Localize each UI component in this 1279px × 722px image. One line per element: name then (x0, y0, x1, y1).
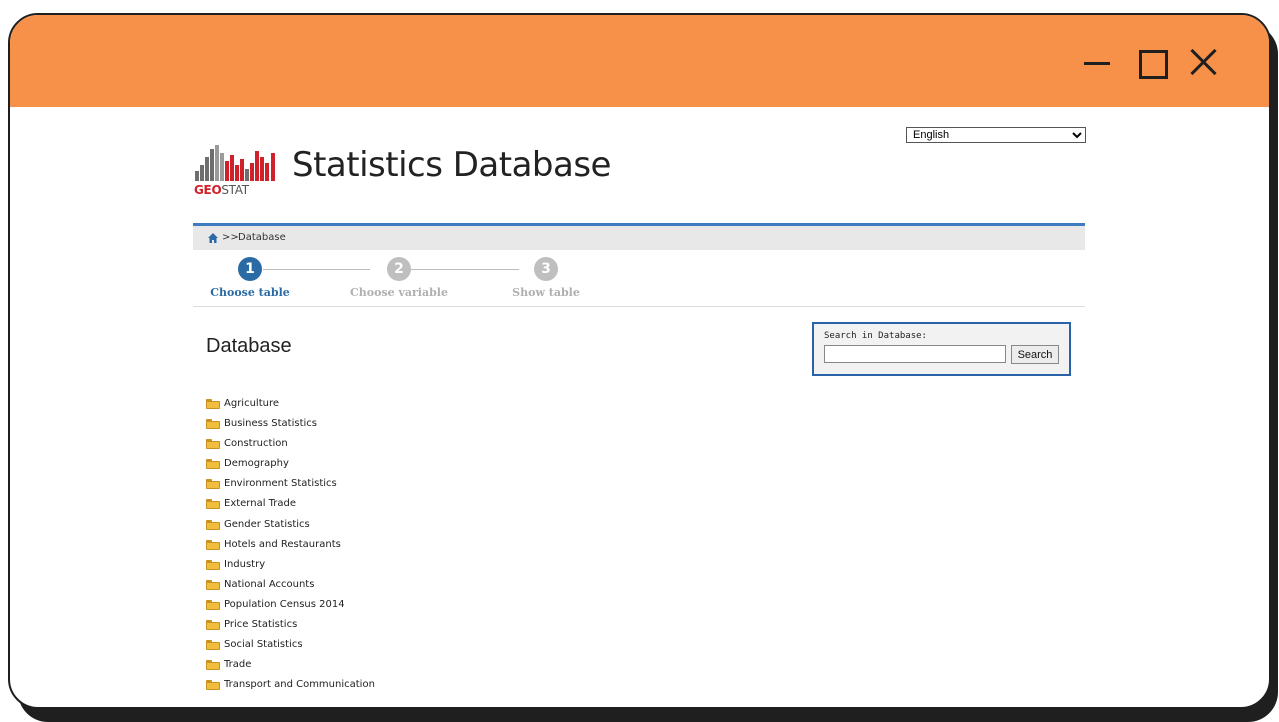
folder-label: Price Statistics (224, 619, 298, 631)
folder-item-social-statistics[interactable]: Social Statistics (206, 638, 375, 658)
folder-icon (206, 579, 220, 590)
title-bar (10, 15, 1269, 107)
step-label: Show table (512, 286, 580, 299)
folder-label: Population Census 2014 (224, 598, 345, 610)
folder-icon (206, 519, 220, 530)
minimize-icon[interactable] (1082, 47, 1112, 77)
folder-label: Social Statistics (224, 639, 303, 651)
app-window: English GEOSTAT Statistics Database >> D… (8, 13, 1271, 709)
step-number-badge: 1 (238, 257, 262, 281)
logo-text: GEOSTAT (194, 183, 249, 197)
logo-bars-icon (195, 145, 275, 181)
step-label: Choose table (210, 286, 290, 299)
folder-item-external-trade[interactable]: External Trade (206, 497, 375, 517)
folder-icon (206, 539, 220, 550)
folder-item-business-statistics[interactable]: Business Statistics (206, 417, 375, 437)
folder-label: Agriculture (224, 398, 279, 409)
breadcrumb-current: Database (238, 232, 286, 243)
folder-item-environment-statistics[interactable]: Environment Statistics (206, 477, 375, 497)
folder-icon (206, 419, 220, 430)
folder-icon (206, 680, 220, 691)
search-label: Search in Database: (824, 331, 927, 341)
folder-item-transport-and-communication[interactable]: Transport and Communication (206, 678, 375, 698)
folder-icon (206, 640, 220, 651)
logo-geo-text: GEO (194, 183, 222, 197)
step-choose-table[interactable]: 1 Choose table (190, 250, 310, 306)
search-button[interactable]: Search (1011, 345, 1059, 364)
folder-icon (206, 620, 220, 631)
folder-label: Environment Statistics (224, 478, 337, 490)
page-content: English GEOSTAT Statistics Database >> D… (10, 107, 1269, 707)
search-panel: Search in Database: Search (812, 322, 1071, 376)
folder-label: Trade (224, 659, 252, 671)
step-choose-variable: 2 Choose variable (339, 250, 459, 306)
folder-label: Gender Statistics (224, 518, 310, 530)
folder-icon (206, 660, 220, 671)
maximize-icon[interactable] (1136, 47, 1168, 79)
folder-icon (206, 599, 220, 610)
folder-item-national-accounts[interactable]: National Accounts (206, 578, 375, 598)
step-number-badge: 3 (534, 257, 558, 281)
step-show-table: 3 Show table (486, 250, 606, 306)
folder-label: Business Statistics (224, 418, 317, 430)
geostat-logo[interactable]: GEOSTAT (193, 143, 279, 199)
wizard-steps: 1 Choose table 2 Choose variable 3 Show … (193, 250, 1085, 307)
folder-label: Industry (224, 558, 266, 570)
folder-item-hotels-and-restaurants[interactable]: Hotels and Restaurants (206, 538, 375, 558)
folder-label: National Accounts (224, 578, 315, 590)
folder-item-price-statistics[interactable]: Price Statistics (206, 618, 375, 638)
folder-label: Transport and Communication (224, 679, 375, 691)
folder-label: Demography (224, 458, 289, 470)
search-input[interactable] (824, 345, 1006, 363)
logo-stat-text: STAT (221, 183, 249, 197)
folder-icon (206, 479, 220, 490)
folder-label: Hotels and Restaurants (224, 538, 341, 550)
breadcrumb-separator: >> (222, 232, 239, 243)
step-label: Choose variable (350, 286, 448, 299)
folder-item-construction[interactable]: Construction (206, 437, 375, 457)
folder-item-trade[interactable]: Trade (206, 658, 375, 678)
folder-item-demography[interactable]: Demography (206, 457, 375, 477)
home-icon[interactable] (207, 232, 219, 244)
folder-icon (206, 499, 220, 510)
close-icon[interactable] (1188, 47, 1218, 77)
folder-list: Agriculture Business Statistics Construc… (206, 397, 375, 698)
language-select[interactable]: English (906, 127, 1086, 143)
folder-item-population-census-2014[interactable]: Population Census 2014 (206, 598, 375, 618)
page-title: Database (206, 335, 292, 357)
step-number-badge: 2 (387, 257, 411, 281)
site-title: Statistics Database (292, 145, 611, 185)
folder-icon (206, 439, 220, 450)
folder-item-agriculture[interactable]: Agriculture (206, 397, 375, 417)
folder-icon (206, 399, 220, 409)
folder-icon (206, 459, 220, 470)
folder-label: External Trade (224, 498, 297, 510)
folder-icon (206, 559, 220, 570)
folder-item-gender-statistics[interactable]: Gender Statistics (206, 518, 375, 538)
folder-item-industry[interactable]: Industry (206, 558, 375, 578)
breadcrumb: >> Database (193, 223, 1085, 250)
folder-label: Construction (224, 438, 288, 450)
